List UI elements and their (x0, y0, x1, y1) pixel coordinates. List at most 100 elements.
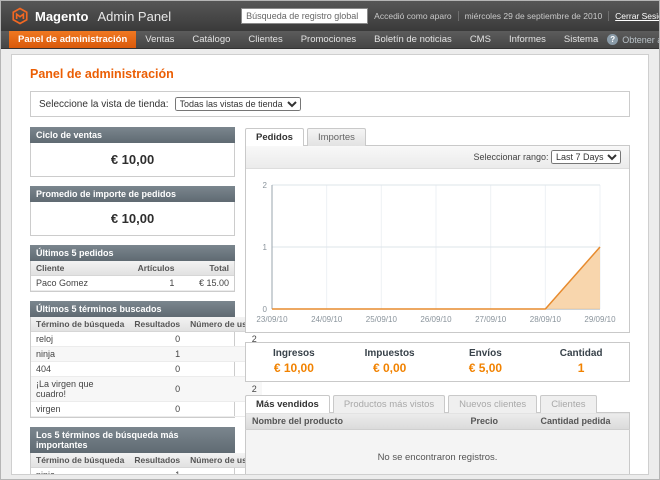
total-value: € 0,00 (342, 361, 438, 375)
help-icon (607, 34, 618, 45)
store-view-label: Seleccione la vista de tienda: (39, 99, 169, 110)
nav-item-ventas[interactable]: Ventas (136, 31, 183, 48)
table-cell: 404 (31, 362, 129, 377)
dashboard-right-column: Pedidos Importes Seleccionar rango: Last… (245, 127, 630, 475)
table-cell: 0 (129, 377, 185, 402)
logout-link[interactable]: Cerrar Sesión (608, 11, 660, 21)
column-header: Resultados (129, 453, 185, 468)
svg-text:26/09/10: 26/09/10 (420, 315, 452, 324)
products-tabs: Más vendidos Productos más vistos Nuevos… (245, 394, 630, 412)
last-search-terms-table: Término de búsqueda Resultados Número de… (31, 317, 262, 417)
column-header: Artículos (116, 261, 180, 276)
table-cell: ninja (31, 347, 129, 362)
table-row: 40401 (31, 362, 262, 377)
total-label: Cantidad (533, 348, 629, 359)
table-cell: virgen (31, 402, 129, 417)
page-help-link[interactable]: Obtener ayuda para esta página (607, 31, 660, 48)
current-date: miércoles 29 de septiembre de 2010 (458, 11, 609, 21)
page-title: Panel de administración (30, 67, 630, 81)
chart-tabs: Pedidos Importes (245, 127, 630, 145)
nav-item-dashboard[interactable]: Panel de administración (9, 31, 136, 48)
table-cell: 1 (129, 347, 185, 362)
tab-pedidos[interactable]: Pedidos (245, 128, 304, 146)
magento-admin-window: Magento Admin Panel Accedió como aparo m… (0, 0, 660, 480)
table-cell: ninja (31, 468, 129, 476)
empty-records-message: No se encontraron registros. (246, 430, 630, 476)
svg-text:29/09/10: 29/09/10 (584, 315, 616, 324)
average-order-card: Promedio de importe de pedidos € 10,00 (30, 186, 235, 236)
table-row: ninja110 (31, 468, 262, 476)
orders-chart-panel: Seleccionar rango: Last 7 Days 0 1 2 23/09/… (245, 145, 630, 333)
total-impuestos: Impuestos € 0,00 (342, 343, 438, 381)
column-header: Resultados (129, 317, 185, 332)
nav-item-catalogo[interactable]: Catálogo (183, 31, 239, 48)
store-view-select[interactable]: Todas las vistas de tienda (175, 97, 301, 111)
tab-nuevos-clientes[interactable]: Nuevos clientes (448, 395, 537, 413)
nav-item-boletin[interactable]: Boletín de noticias (365, 31, 461, 48)
table-cell: reloj (31, 332, 129, 347)
tab-importes[interactable]: Importes (307, 128, 366, 146)
bestsellers-table: Nombre del producto Precio Cantidad pedi… (245, 412, 630, 475)
table-cell: Paco Gomez (31, 276, 116, 291)
column-header: Término de búsqueda (31, 453, 129, 468)
table-cell: 0 (129, 402, 185, 417)
nav-item-promociones[interactable]: Promociones (292, 31, 365, 48)
tab-clientes[interactable]: Clientes (540, 395, 596, 413)
main-nav: Panel de administración Ventas Catálogo … (1, 31, 659, 49)
svg-text:23/09/10: 23/09/10 (256, 315, 288, 324)
table-cell: 1 (116, 276, 180, 291)
lifetime-sales-card: Ciclo de ventas € 10,00 (30, 127, 235, 177)
dashboard-left-column: Ciclo de ventas € 10,00 Promedio de impo… (30, 127, 235, 475)
card-title: Ciclo de ventas (30, 127, 235, 143)
global-search-input[interactable] (241, 8, 368, 24)
logo: Magento Admin Panel (11, 7, 171, 25)
total-value: € 5,00 (438, 361, 534, 375)
card-title: Últimos 5 términos buscados (30, 301, 235, 317)
table-cell: ¡La virgen que cuadro! (31, 377, 129, 402)
nav-item-sistema[interactable]: Sistema (555, 31, 607, 48)
range-bar: Seleccionar rango: Last 7 Days (246, 146, 629, 169)
store-view-switcher: Seleccione la vista de tienda: Todas las… (30, 91, 630, 117)
average-order-value: € 10,00 (31, 202, 234, 235)
total-cantidad: Cantidad 1 (533, 343, 629, 381)
column-header: Cliente (31, 261, 116, 276)
total-label: Impuestos (342, 348, 438, 359)
svg-text:24/09/10: 24/09/10 (311, 315, 343, 324)
column-header: Total (179, 261, 234, 276)
session-info: Accedió como aparo miércoles 29 de septi… (368, 11, 660, 21)
range-select[interactable]: Last 7 Days (551, 150, 621, 164)
table-cell: 1 (129, 468, 185, 476)
tab-productos-mas-vistos[interactable]: Productos más vistos (333, 395, 445, 413)
card-title: Promedio de importe de pedidos (30, 186, 235, 202)
brand-name: Magento (35, 9, 88, 24)
help-label: Obtener ayuda para esta página (622, 35, 660, 45)
table-row: Paco Gomez1€ 15.00 (31, 276, 234, 291)
logged-in-as: Accedió como aparo (368, 11, 458, 21)
svg-text:28/09/10: 28/09/10 (530, 315, 562, 324)
column-header: Precio (465, 413, 535, 430)
totals-strip: Ingresos € 10,00 Impuestos € 0,00 Envíos… (245, 342, 630, 382)
table-cell: 0 (129, 332, 185, 347)
last-orders-card: Últimos 5 pedidos Cliente Artículos Tota… (30, 245, 235, 292)
nav-item-cms[interactable]: CMS (461, 31, 500, 48)
svg-text:0: 0 (263, 305, 268, 314)
chart-area: 01223/09/1024/09/1025/09/1026/09/1027/09… (246, 169, 629, 332)
tab-mas-vendidos[interactable]: Más vendidos (245, 395, 330, 413)
svg-text:1: 1 (263, 243, 268, 252)
top-header: Magento Admin Panel Accedió como aparo m… (1, 1, 659, 31)
total-label: Ingresos (246, 348, 342, 359)
nav-item-clientes[interactable]: Clientes (239, 31, 291, 48)
table-cell: 0 (129, 362, 185, 377)
nav-item-informes[interactable]: Informes (500, 31, 555, 48)
top-search-terms-card: Los 5 términos de búsqueda más important… (30, 427, 235, 475)
page-content: Panel de administración Seleccione la vi… (11, 54, 649, 475)
table-row: reloj02 (31, 332, 262, 347)
total-label: Envíos (438, 348, 534, 359)
dashboard: Ciclo de ventas € 10,00 Promedio de impo… (30, 127, 630, 475)
total-envios: Envíos € 5,00 (438, 343, 534, 381)
table-row: ¡La virgen que cuadro!02 (31, 377, 262, 402)
svg-text:2: 2 (263, 181, 268, 190)
card-title: Últimos 5 pedidos (30, 245, 235, 261)
table-row: ninja110 (31, 347, 262, 362)
total-value: 1 (533, 361, 629, 375)
